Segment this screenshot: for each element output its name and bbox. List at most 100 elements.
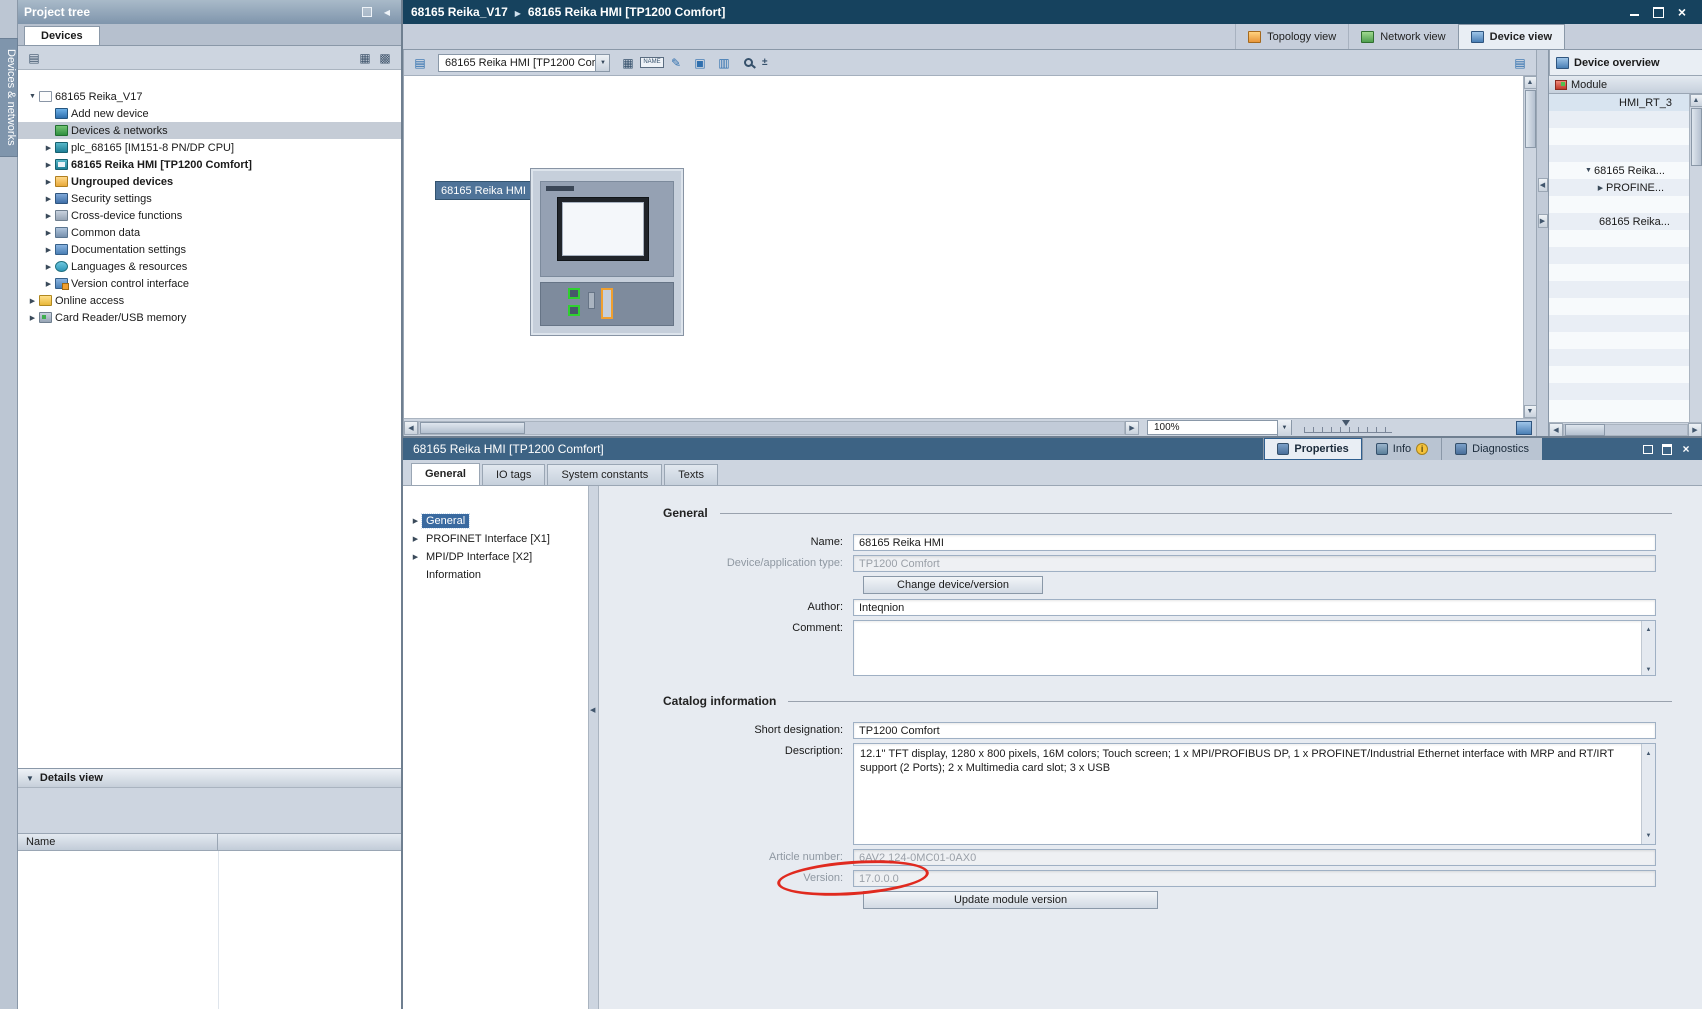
collapse-right-icon[interactable] (1538, 214, 1548, 228)
collapse-panel-icon[interactable] (379, 5, 395, 19)
table-row[interactable] (1549, 281, 1689, 298)
expand-arrow-icon[interactable] (42, 159, 55, 170)
table-row[interactable] (1549, 349, 1689, 366)
scroll-right-icon[interactable]: ▶ (1688, 423, 1702, 437)
scroll-down-icon[interactable]: ▼ (1524, 405, 1537, 418)
scrollbar-thumb[interactable] (1691, 108, 1702, 166)
tree-item-card-reader[interactable]: Card Reader/USB memory (18, 309, 401, 326)
tree-item-ungrouped-devices[interactable]: Ungrouped devices (18, 173, 401, 190)
tree-item-devices-networks[interactable]: Devices & networks (18, 122, 401, 139)
new-view-icon[interactable] (375, 49, 395, 67)
table-row[interactable] (1549, 230, 1689, 247)
expand-arrow-icon[interactable] (26, 295, 39, 306)
tree-item-documentation-settings[interactable]: Documentation settings (18, 241, 401, 258)
change-device-version-button[interactable]: Change device/version (863, 576, 1043, 594)
fit-to-window-icon[interactable] (1516, 421, 1532, 435)
table-row[interactable] (1549, 400, 1689, 417)
table-row[interactable] (1549, 196, 1689, 213)
collapse-arrow-icon[interactable] (26, 91, 39, 102)
name-input[interactable] (853, 534, 1656, 551)
expand-arrow-icon[interactable] (1595, 182, 1606, 193)
scrollbar-thumb[interactable] (420, 422, 525, 434)
edit-mode-icon[interactable] (666, 53, 686, 73)
tree-item-languages-resources[interactable]: Languages & resources (18, 258, 401, 275)
show-labels-icon[interactable]: NAME (642, 53, 662, 73)
table-row[interactable] (1549, 315, 1689, 332)
nav-profinet-interface[interactable]: PROFINET Interface [X1] (403, 530, 588, 548)
table-row[interactable]: HMI_RT_3 (1549, 94, 1689, 111)
card-slot-icon[interactable] (601, 288, 613, 319)
scroll-down-icon[interactable] (1646, 827, 1652, 843)
scroll-up-icon[interactable]: ▲ (1524, 76, 1537, 89)
table-row[interactable] (1549, 128, 1689, 145)
collapse-inspector-icon[interactable] (1661, 444, 1673, 455)
zoom-dropdown-arrow-icon[interactable] (1277, 420, 1291, 436)
device-canvas[interactable]: 68165 Reika HMI (404, 76, 1536, 418)
tree-item-common-data[interactable]: Common data (18, 224, 401, 241)
tree-item-online-access[interactable]: Online access (18, 292, 401, 309)
tree-item-hmi[interactable]: 68165 Reika HMI [TP1200 Comfort] (18, 156, 401, 173)
comment-textarea[interactable] (853, 620, 1656, 676)
module-column-header[interactable]: Module (1549, 76, 1702, 94)
expand-arrow-icon[interactable] (42, 227, 55, 238)
tree-item-version-control[interactable]: Version control interface (18, 275, 401, 292)
tab-info[interactable]: Info (1362, 438, 1441, 460)
nav-mpi-dp-interface[interactable]: MPI/DP Interface [X2] (403, 548, 588, 566)
devices-networks-vertical-tab[interactable]: Devices & networks (0, 38, 18, 157)
tab-properties[interactable]: Properties (1263, 438, 1361, 460)
table-row[interactable] (1549, 383, 1689, 400)
maximize-icon[interactable] (1646, 3, 1670, 21)
description-box[interactable]: 12.1'' TFT display, 1280 x 800 pixels, 1… (853, 743, 1656, 845)
expand-arrow-icon[interactable] (409, 516, 422, 527)
table-row[interactable] (1549, 247, 1689, 264)
hmi-device-graphic[interactable] (530, 168, 684, 336)
tab-network-view[interactable]: Network view (1348, 24, 1457, 49)
float-panel-icon[interactable] (1642, 444, 1654, 455)
overview-horizontal-scrollbar[interactable]: ◀ ▶ (1549, 422, 1702, 436)
tree-item-add-new-device[interactable]: Add new device (18, 105, 401, 122)
tree-item-cross-device-functions[interactable]: Cross-device functions (18, 207, 401, 224)
table-row[interactable] (1549, 145, 1689, 162)
scroll-left-icon[interactable]: ◀ (404, 421, 418, 435)
device-overview-title[interactable]: Device overview (1549, 50, 1702, 76)
table-row[interactable] (1549, 366, 1689, 383)
zoom-icon[interactable] (738, 53, 758, 73)
device-select-dropdown[interactable]: 68165 Reika HMI [TP1200 Cor (438, 54, 610, 72)
tab-devices[interactable]: Devices (24, 26, 100, 45)
collapse-left-icon[interactable] (1538, 178, 1548, 192)
tree-item-security-settings[interactable]: Security settings (18, 190, 401, 207)
tab-diagnostics[interactable]: Diagnostics (1441, 438, 1542, 460)
dropdown-arrow-icon[interactable] (595, 55, 609, 71)
expand-arrow-icon[interactable] (26, 312, 39, 323)
tree-item-plc[interactable]: plc_68165 [IM151-8 PN/DP CPU] (18, 139, 401, 156)
page-preview-icon[interactable] (1510, 53, 1530, 73)
overview-vertical-scrollbar[interactable]: ▲ (1689, 94, 1702, 422)
box-scrollbar[interactable] (1641, 744, 1655, 844)
subtab-system-constants[interactable]: System constants (547, 464, 662, 485)
scroll-up-icon[interactable] (1646, 622, 1652, 634)
zoom-options-icon[interactable]: ± (762, 57, 768, 68)
column-layout-icon[interactable] (355, 49, 375, 67)
details-view-header[interactable]: Details view (18, 768, 401, 788)
tab-device-view[interactable]: Device view (1458, 24, 1565, 49)
table-row[interactable]: 68165 Reika... (1549, 162, 1689, 179)
expand-arrow-icon[interactable] (42, 278, 55, 289)
scroll-down-icon[interactable] (1646, 662, 1652, 674)
pin-panel-icon[interactable] (359, 5, 375, 19)
table-row[interactable] (1549, 332, 1689, 349)
zoom-select[interactable]: 100% (1147, 420, 1292, 435)
expand-arrow-icon[interactable] (42, 142, 55, 153)
details-column-name[interactable]: Name (18, 834, 218, 850)
scroll-up-icon[interactable] (1646, 745, 1652, 761)
expand-arrow-icon[interactable] (409, 534, 422, 545)
nav-information[interactable]: Information (403, 566, 588, 584)
canvas-horizontal-scrollbar[interactable]: ◀ ▶ (404, 419, 1139, 436)
tab-topology-view[interactable]: Topology view (1235, 24, 1348, 49)
filter-view-icon[interactable] (24, 49, 44, 67)
close-icon[interactable] (1670, 3, 1694, 21)
subtab-texts[interactable]: Texts (664, 464, 718, 485)
subtab-general[interactable]: General (411, 463, 480, 485)
table-row[interactable]: 68165 Reika... (1549, 213, 1689, 230)
hmi-device-label[interactable]: 68165 Reika HMI (435, 181, 532, 200)
scrollbar-thumb[interactable] (1565, 424, 1605, 436)
